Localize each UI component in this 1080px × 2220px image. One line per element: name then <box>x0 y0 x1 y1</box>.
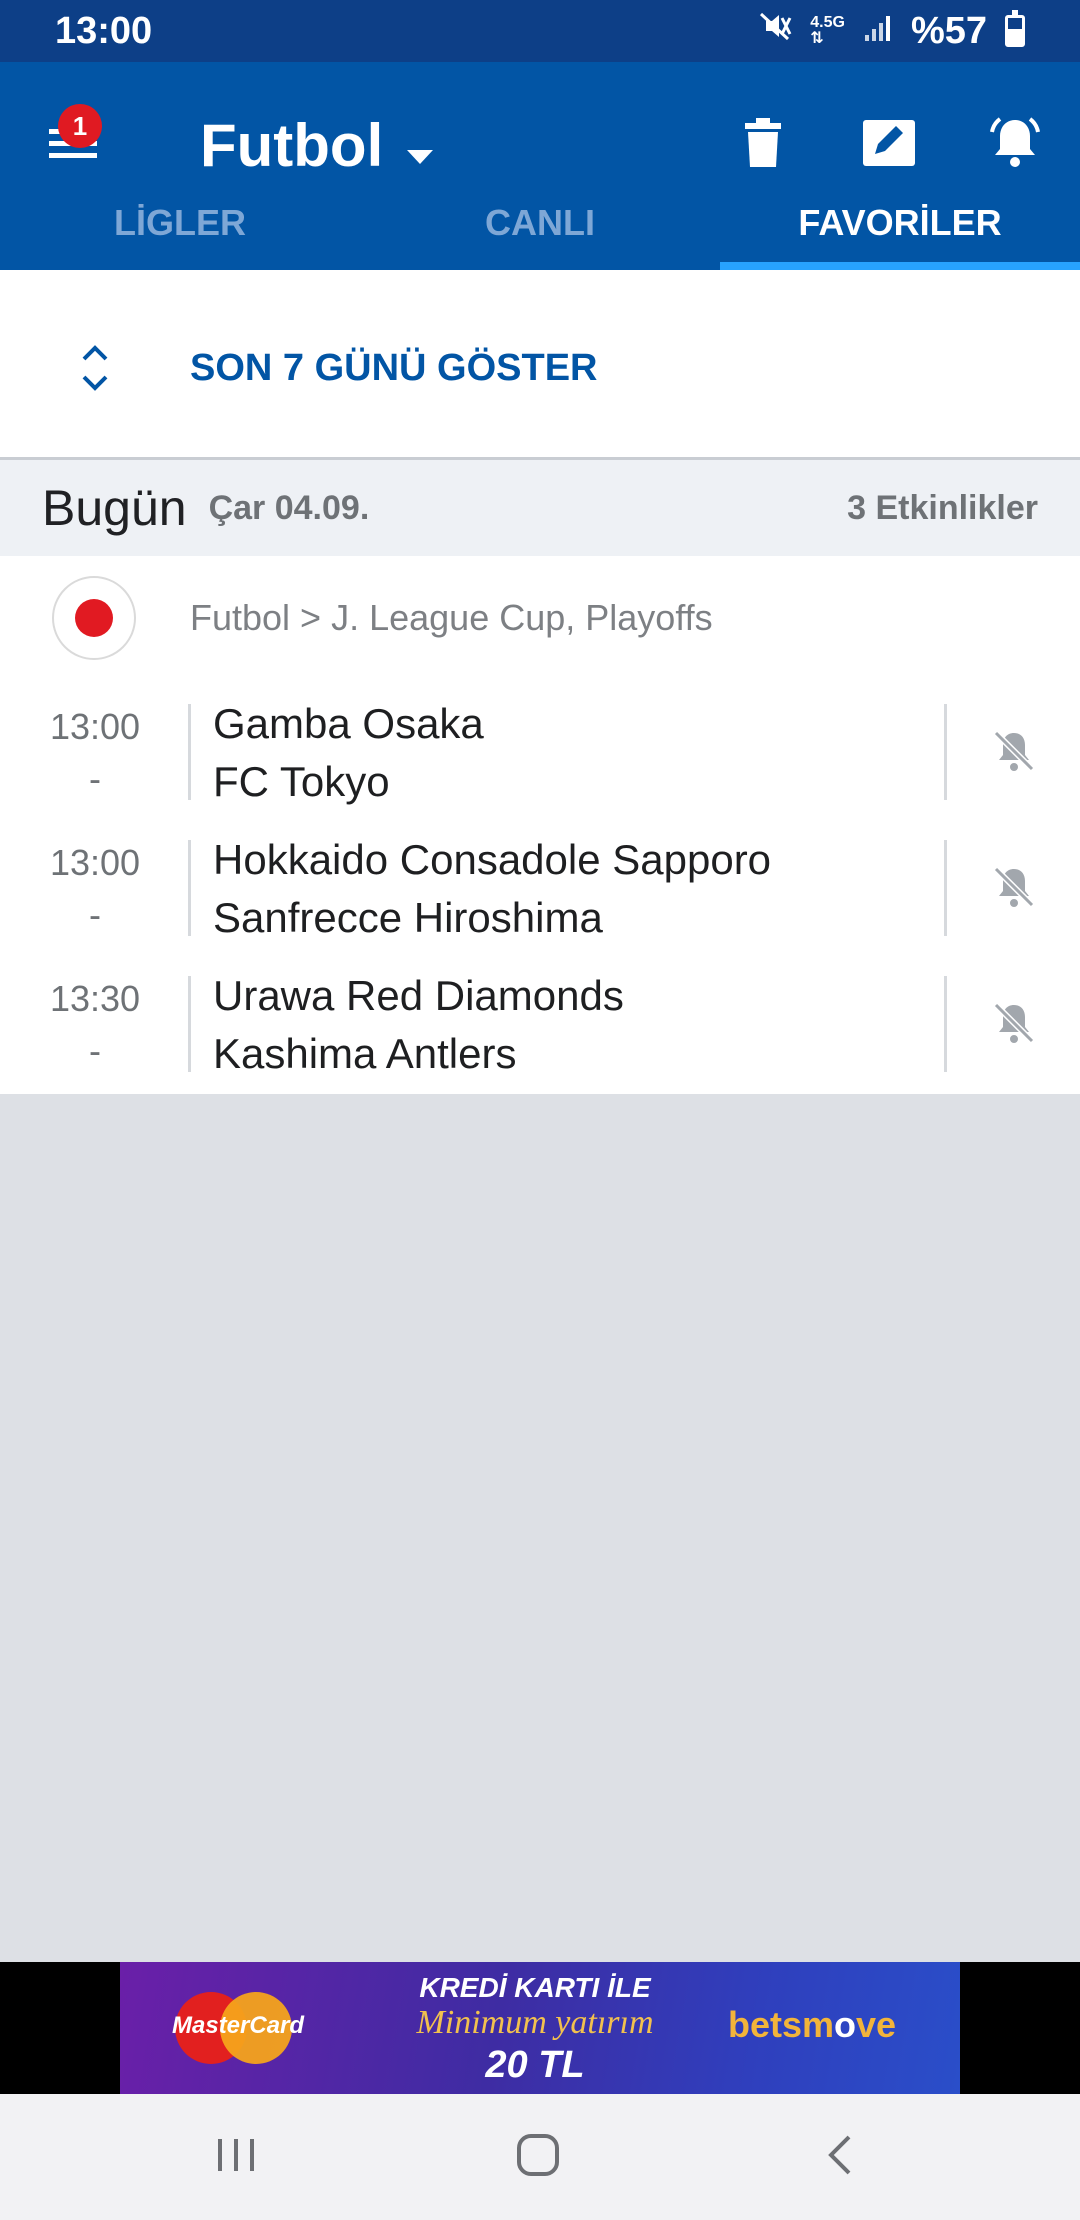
event-count: 3 Etkinlikler <box>847 488 1038 527</box>
ad-line-3: 20 TL <box>485 2044 585 2086</box>
system-nav-bar <box>0 2094 1080 2220</box>
ad-strip: MasterCard KREDİ KARTI İLE Minimum yatır… <box>0 1962 1080 2094</box>
match-score: - <box>89 894 101 935</box>
home-team: Gamba Osaka <box>213 700 484 747</box>
away-team: FC Tokyo <box>213 758 390 805</box>
tab-live[interactable]: CANLI <box>360 176 720 270</box>
expand-icon <box>0 343 190 393</box>
match-time: 13:30 <box>49 978 141 1019</box>
bell-icon <box>986 114 1044 177</box>
tab-leagues[interactable]: LİGLER <box>0 176 360 270</box>
divider <box>188 840 191 936</box>
home-button[interactable] <box>478 2112 598 2202</box>
dropdown-caret-icon <box>405 111 435 180</box>
ad-brand-c: ve <box>856 2004 897 2045</box>
mute-vibrate-icon <box>758 9 792 53</box>
japan-flag-icon <box>52 576 136 660</box>
bell-off-icon[interactable] <box>966 846 1062 930</box>
app-toolbar: 1 Futbol LİGLER CANLI FAVORİLER <box>0 62 1080 270</box>
league-header[interactable]: Futbol > J. League Cup, Playoffs <box>0 576 1080 660</box>
divider <box>944 976 947 1072</box>
match-time: 13:00 <box>49 706 141 747</box>
tab-favorites[interactable]: FAVORİLER <box>720 176 1080 270</box>
sport-title: Futbol <box>200 111 384 179</box>
ad-brand: betsmove <box>728 2004 896 2046</box>
mastercard-label: MasterCard <box>172 2012 305 2039</box>
back-button[interactable] <box>780 2112 900 2202</box>
match-score: - <box>89 1030 101 1071</box>
divider <box>944 704 947 800</box>
ad-brand-a: betsm <box>728 2004 835 2045</box>
day-name: Bugün <box>42 480 187 536</box>
divider <box>188 704 191 800</box>
status-time: 13:00 <box>55 9 153 52</box>
network-label: 4.5G <box>810 14 845 31</box>
signal-icon <box>863 10 893 53</box>
match-row[interactable]: 13:00 - Gamba Osaka FC Tokyo <box>0 694 1080 824</box>
ad-brand-b: o <box>834 2004 857 2045</box>
home-team: Urawa Red Diamonds <box>213 972 624 1019</box>
trash-icon <box>743 117 783 174</box>
bell-off-icon[interactable] <box>966 982 1062 1066</box>
show-days-button[interactable]: SON 7 GÜNÜ GÖSTER <box>0 332 1080 404</box>
day-date: Çar 04.09. <box>208 488 370 527</box>
away-team: Kashima Antlers <box>213 1030 517 1077</box>
show-days-section: SON 7 GÜNÜ GÖSTER <box>0 270 1080 460</box>
divider <box>944 840 947 936</box>
battery-percent: %57 <box>910 9 987 52</box>
match-row[interactable]: 13:00 - Hokkaido Consadole Sapporo Sanfr… <box>0 830 1080 960</box>
recent-apps-icon <box>214 2135 258 2180</box>
away-team: Sanfrecce Hiroshima <box>213 894 603 941</box>
status-bar: 13:00 4.5G ⇅ %57 <box>0 0 1080 62</box>
show-days-label: SON 7 GÜNÜ GÖSTER <box>190 346 598 389</box>
tab-bar: LİGLER CANLI FAVORİLER <box>0 176 1080 270</box>
battery-fill <box>1008 29 1022 44</box>
ad-line-2: Minimum yatırım <box>416 2004 654 2041</box>
edit-icon <box>861 118 917 173</box>
recent-apps-button[interactable] <box>176 2112 296 2202</box>
date-header: Bugün Çar 04.09. 3 Etkinlikler <box>0 460 1080 556</box>
network-4.5g-icon: 4.5G ⇅ <box>810 14 845 47</box>
divider <box>188 976 191 1072</box>
notification-badge: 1 <box>58 104 102 148</box>
match-list: Futbol > J. League Cup, Playoffs 13:00 -… <box>0 556 1080 1094</box>
ad-line-1: KREDİ KARTI İLE <box>419 1972 651 2003</box>
ad-banner[interactable]: MasterCard KREDİ KARTI İLE Minimum yatır… <box>120 1962 960 2094</box>
back-icon <box>825 2133 855 2182</box>
match-score: - <box>89 758 101 799</box>
home-team: Hokkaido Consadole Sapporo <box>213 836 772 883</box>
bell-off-icon[interactable] <box>966 710 1062 794</box>
match-row[interactable]: 13:30 - Urawa Red Diamonds Kashima Antle… <box>0 966 1080 1096</box>
league-label: Futbol > J. League Cup, Playoffs <box>190 597 713 638</box>
status-icons: 4.5G ⇅ %57 <box>758 9 1025 53</box>
battery-icon <box>1005 10 1025 47</box>
home-icon <box>514 2131 562 2184</box>
match-time: 13:00 <box>49 842 141 883</box>
